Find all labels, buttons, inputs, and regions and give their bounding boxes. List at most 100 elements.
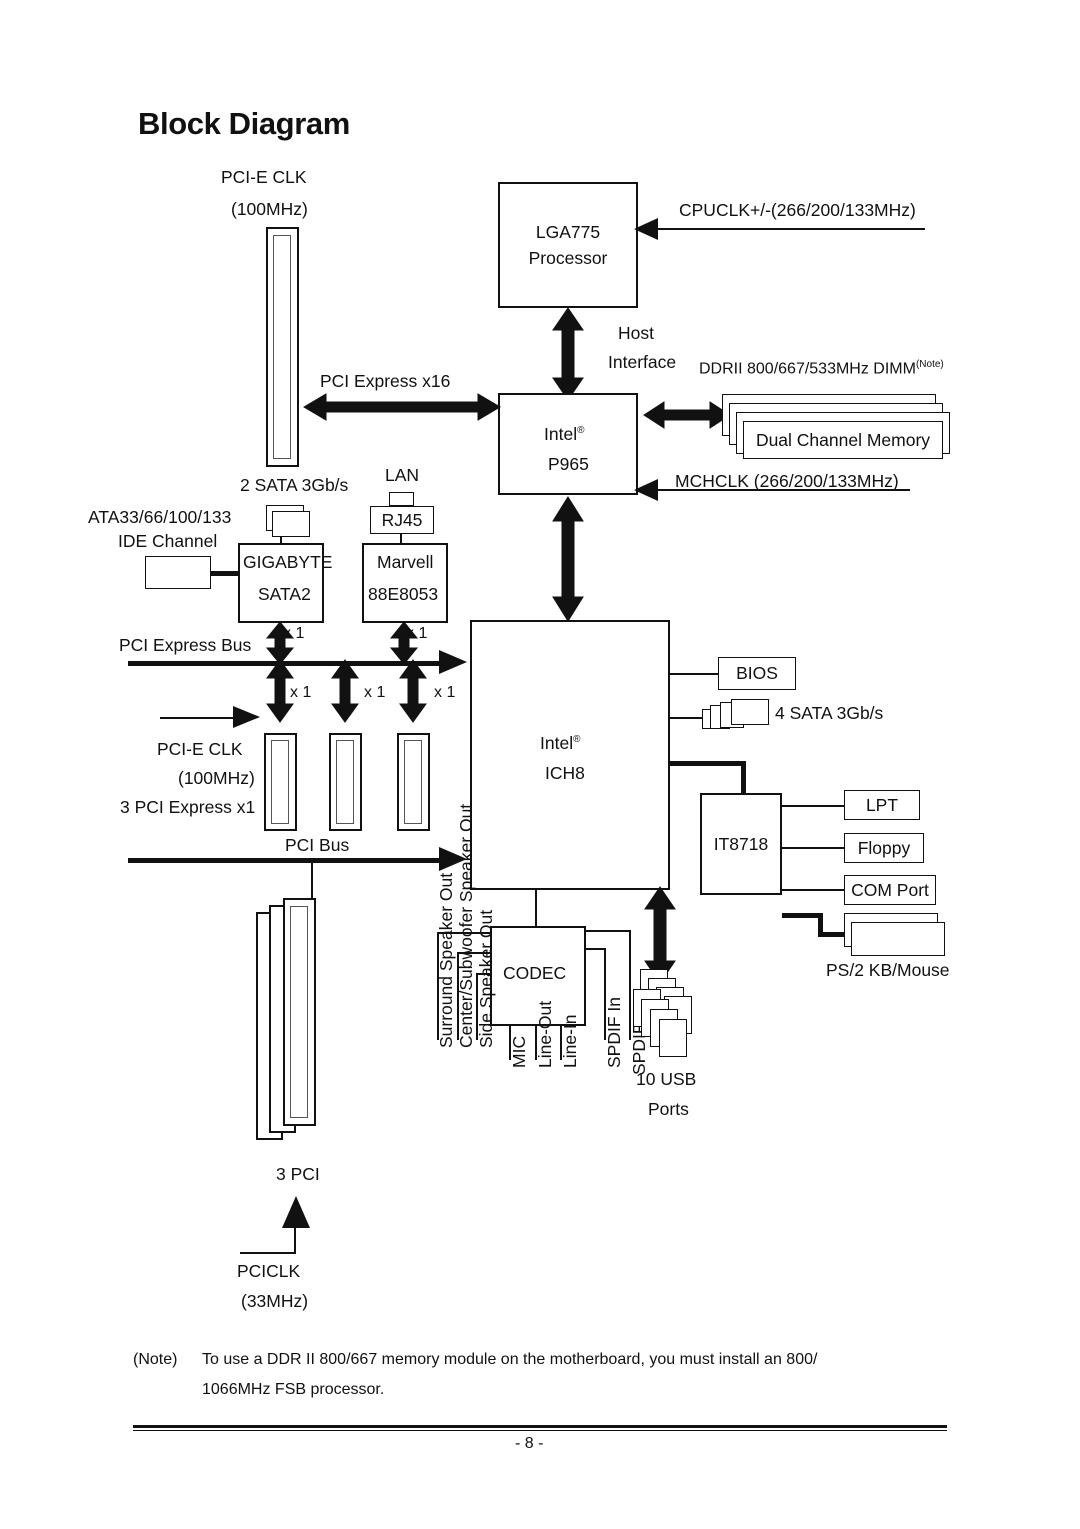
southbridge-label-line2: ICH8 <box>545 763 585 783</box>
ps2-link-horizontal <box>782 913 822 918</box>
southbridge-label-line1: Intel® <box>540 733 581 753</box>
marvell-label-line2: 88E8053 <box>368 584 439 604</box>
pcie-x16-label: PCI Express x16 <box>320 371 451 391</box>
rj45-label: RJ45 <box>381 509 423 530</box>
audio-line-spdifout-h <box>586 930 631 933</box>
lpt-block: LPT <box>844 790 920 820</box>
superio-link-horizontal <box>668 761 746 766</box>
dimm-slot-4: Dual Channel Memory <box>743 421 943 459</box>
cpu-label-line2: Processor <box>528 248 608 268</box>
mch-ich-arrow <box>552 496 584 622</box>
ide-connector-line <box>211 571 240 576</box>
superio-block: IT8718 <box>700 793 782 895</box>
cpuclk-line <box>656 228 925 231</box>
com-link-line <box>782 889 844 892</box>
com-port-label: COM Port <box>851 879 929 900</box>
pciclk-horizontal-line <box>240 1252 296 1255</box>
ps2-port-front <box>851 922 945 956</box>
pcie-x1-slot-2-inner <box>336 740 354 824</box>
lane-label-lan: x 1 <box>406 625 428 642</box>
lane-label-slot3: x 1 <box>434 684 456 701</box>
lane-label-slot1: x 1 <box>290 684 312 701</box>
block-diagram-page: Block Diagram PCI-E CLK (100MHz) LGA775 … <box>0 0 1080 1529</box>
lan-port-icon <box>389 492 414 506</box>
mchclk-label: MCHCLK (266/200/133MHz) <box>675 471 899 491</box>
rj45-block: RJ45 <box>370 506 434 534</box>
cpuclk-label: CPUCLK+/-(266/200/133MHz) <box>679 200 916 220</box>
pcie-x16-arrow <box>303 393 501 421</box>
pcie-x1-slot-3-inner <box>404 740 422 824</box>
floppy-link-line <box>782 847 844 850</box>
audio-jack-label-surround: Surround Speaker Out <box>436 872 456 1048</box>
cpu-block: LGA775 Processor <box>498 182 638 308</box>
lane-label-slot2: x 1 <box>364 684 386 701</box>
usb-port-icon-8 <box>659 1019 687 1057</box>
pcie-x1-slot-count-label: 3 PCI Express x1 <box>120 797 256 817</box>
gigabyte-sata2-label-line1: GIGABYTE <box>243 552 333 572</box>
southbridge-block: Intel® ICH8 <box>470 620 670 890</box>
northbridge-label-line1: Intel® <box>544 424 585 444</box>
footer-rule-bottom <box>133 1430 947 1432</box>
northbridge-label-line2: P965 <box>548 454 589 474</box>
audio-jack-label-center: Center/Subwoofer Speaker Out <box>456 803 476 1048</box>
page-title: Block Diagram <box>138 106 350 141</box>
lpt-label: LPT <box>865 794 899 815</box>
pcie-clk-top-label-line1: PCI-E CLK <box>221 167 307 187</box>
host-interface-label-line1: Host <box>618 323 654 343</box>
note-text-line1: To use a DDR II 800/667 memory module on… <box>202 1351 818 1368</box>
ide-channel-label-line1: ATA33/66/100/133 <box>88 507 232 527</box>
bios-link-line <box>670 673 718 676</box>
com-port-block: COM Port <box>844 875 936 905</box>
gigabyte-sata2-block: GIGABYTE SATA2 <box>238 543 332 623</box>
mchclk-arrowhead <box>634 479 658 501</box>
sata2-ports-label: 2 SATA 3Gb/s <box>240 475 349 495</box>
usb-label-line1: 10 USB <box>636 1069 697 1089</box>
pcie-clk-top-label-line2: (100MHz) <box>231 199 308 219</box>
codec-link-line <box>535 890 538 926</box>
pciclk-vertical-line <box>294 1226 297 1254</box>
pci-slot-3-inner <box>290 906 308 1118</box>
lan-label: LAN <box>385 465 420 485</box>
pcie-clk-mid-arrowhead <box>233 706 260 728</box>
floppy-block: Floppy <box>844 833 924 863</box>
pci-slot-count-label: 3 PCI <box>276 1164 320 1184</box>
lane-arrow-slot2 <box>331 659 359 723</box>
sata-port-icon-front <box>272 511 310 537</box>
bios-block: BIOS <box>718 657 796 690</box>
pcie-bus-label: PCI Express Bus <box>119 635 252 655</box>
gigabyte-sata2-label-line2: SATA2 <box>258 584 311 604</box>
memory-arrow <box>643 401 731 429</box>
bios-label: BIOS <box>736 663 778 684</box>
pcie-clk-mid-label-line1: PCI-E CLK <box>157 739 243 759</box>
pcie-x1-slot-1-inner <box>271 740 289 824</box>
audio-jack-label-linein: Line-In <box>560 1014 580 1068</box>
ide-connector-block <box>145 556 211 589</box>
ide-channel-label-line2: IDE Channel <box>118 531 218 551</box>
pcie-bus-arrowhead <box>439 650 467 674</box>
ps2-label: PS/2 KB/Mouse <box>826 960 950 980</box>
audio-jack-label-lineout: Line-Out <box>535 1000 555 1068</box>
cpu-label-line1: LGA775 <box>535 221 601 242</box>
mchclk-line <box>656 489 910 492</box>
floppy-label: Floppy <box>857 837 911 858</box>
page-number: - 8 - <box>515 1435 544 1452</box>
lane-arrow-slot3 <box>399 659 427 723</box>
marvell-label-line1: Marvell <box>377 552 434 572</box>
host-interface-label-line2: Interface <box>608 352 677 372</box>
usb-label-line2: Ports <box>648 1099 689 1119</box>
host-interface-arrow <box>552 307 584 401</box>
dual-channel-memory-label: Dual Channel Memory <box>755 429 931 450</box>
northbridge-block: Intel® P965 <box>498 393 638 495</box>
pcie-x16-slot-inner <box>273 235 291 459</box>
cpuclk-arrowhead <box>634 218 658 240</box>
codec-label: CODEC <box>503 963 567 983</box>
superio-label: IT8718 <box>713 833 769 854</box>
audio-jack-label-mic: MIC <box>509 1035 529 1068</box>
marvell-lan-block: Marvell 88E8053 <box>362 543 448 623</box>
superio-link-vertical <box>741 761 746 795</box>
lpt-link-line <box>782 805 844 808</box>
note-text-line2: 1066MHz FSB processor. <box>202 1381 385 1398</box>
pcie-clk-mid-line <box>160 717 234 720</box>
audio-line-spdifin-h <box>586 948 606 951</box>
pciclk-label-line1: PCICLK <box>237 1261 301 1281</box>
